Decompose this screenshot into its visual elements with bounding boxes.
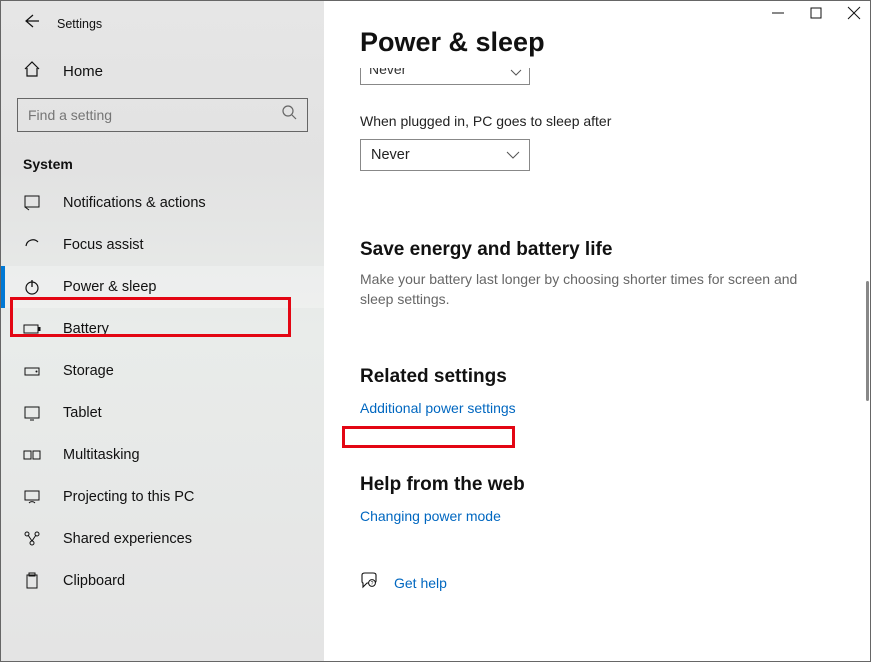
sidebar-item-shared-experiences[interactable]: Shared experiences bbox=[1, 518, 324, 560]
sidebar-item-label: Multitasking bbox=[63, 447, 140, 463]
clipboard-icon bbox=[23, 572, 41, 590]
page-title: Power & sleep bbox=[360, 27, 834, 58]
sidebar-home[interactable]: Home bbox=[1, 48, 324, 86]
window-title: Settings bbox=[57, 17, 102, 31]
sidebar-item-label: Notifications & actions bbox=[63, 195, 206, 211]
sidebar-item-clipboard[interactable]: Clipboard bbox=[1, 560, 324, 602]
sidebar-item-power-sleep[interactable]: Power & sleep bbox=[1, 266, 324, 308]
save-energy-heading: Save energy and battery life bbox=[360, 239, 834, 261]
search-input[interactable] bbox=[28, 107, 282, 123]
changing-power-mode-link[interactable]: Changing power mode bbox=[360, 508, 501, 524]
scrollbar[interactable] bbox=[866, 1, 870, 661]
sidebar-item-label: Storage bbox=[63, 363, 114, 379]
sidebar-item-label: Tablet bbox=[63, 405, 102, 421]
scrollbar-thumb[interactable] bbox=[866, 281, 869, 401]
storage-icon bbox=[23, 362, 41, 380]
projecting-icon bbox=[23, 488, 41, 506]
sidebar-item-storage[interactable]: Storage bbox=[1, 350, 324, 392]
battery-icon bbox=[23, 320, 41, 338]
related-settings-heading: Related settings bbox=[360, 366, 834, 388]
sidebar-item-label: Shared experiences bbox=[63, 531, 192, 547]
notifications-icon bbox=[23, 194, 41, 212]
sidebar-item-label: Clipboard bbox=[63, 573, 125, 589]
sleep-plugged-dropdown[interactable]: Never bbox=[360, 139, 530, 171]
dropdown-value: Never bbox=[369, 68, 406, 77]
sidebar-item-notifications[interactable]: Notifications & actions bbox=[1, 182, 324, 224]
sidebar-item-projecting[interactable]: Projecting to this PC bbox=[1, 476, 324, 518]
sidebar-item-label: Battery bbox=[63, 321, 109, 337]
sidebar-item-multitasking[interactable]: Multitasking bbox=[1, 434, 324, 476]
tablet-icon bbox=[23, 404, 41, 422]
focus-assist-icon bbox=[23, 236, 41, 254]
sidebar-nav: Notifications & actions Focus assist Pow… bbox=[1, 182, 324, 602]
dropdown-value: Never bbox=[371, 147, 410, 163]
additional-power-settings-link[interactable]: Additional power settings bbox=[360, 400, 516, 416]
sidebar: Settings Home System Notifications & act… bbox=[1, 1, 324, 661]
get-help-link[interactable]: Get help bbox=[394, 575, 447, 591]
sidebar-item-focus-assist[interactable]: Focus assist bbox=[1, 224, 324, 266]
get-help-icon: ? bbox=[360, 572, 378, 595]
maximize-button[interactable] bbox=[810, 7, 822, 19]
home-icon bbox=[23, 60, 41, 82]
chevron-down-icon bbox=[507, 147, 519, 163]
sleep-plugged-label: When plugged in, PC goes to sleep after bbox=[360, 113, 834, 129]
help-web-heading: Help from the web bbox=[360, 474, 834, 496]
chevron-down-icon bbox=[511, 68, 521, 79]
home-label: Home bbox=[63, 63, 103, 80]
sidebar-item-label: Projecting to this PC bbox=[63, 489, 194, 505]
back-icon[interactable] bbox=[23, 13, 39, 34]
minimize-button[interactable] bbox=[772, 7, 784, 19]
save-energy-desc: Make your battery last longer by choosin… bbox=[360, 269, 834, 310]
window-controls bbox=[772, 7, 860, 19]
section-label: System bbox=[1, 132, 324, 182]
multitasking-icon bbox=[23, 446, 41, 464]
main-content: Power & sleep Never When plugged in, PC … bbox=[324, 1, 870, 661]
power-icon bbox=[23, 278, 41, 296]
search-icon bbox=[282, 105, 297, 125]
sidebar-item-label: Power & sleep bbox=[63, 279, 157, 295]
search-box[interactable] bbox=[17, 98, 308, 132]
screen-timeout-dropdown[interactable]: Never bbox=[360, 68, 530, 85]
close-button[interactable] bbox=[848, 7, 860, 19]
sidebar-item-tablet[interactable]: Tablet bbox=[1, 392, 324, 434]
sidebar-item-battery[interactable]: Battery bbox=[1, 308, 324, 350]
svg-text:?: ? bbox=[371, 581, 374, 587]
sidebar-item-label: Focus assist bbox=[63, 237, 144, 253]
shared-exp-icon bbox=[23, 530, 41, 548]
